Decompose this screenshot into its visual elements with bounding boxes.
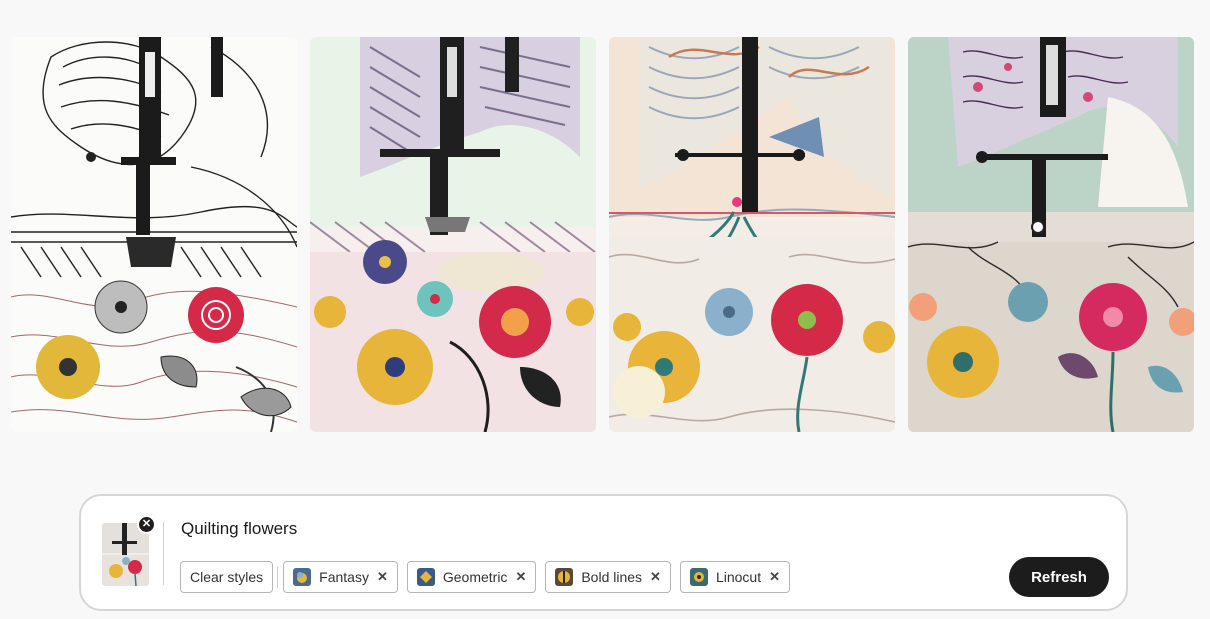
style-chip-fantasy[interactable]: Fantasy ✕ bbox=[283, 561, 398, 593]
divider bbox=[163, 522, 164, 585]
clear-styles-label: Clear styles bbox=[190, 569, 264, 585]
style-chip-linocut[interactable]: Linocut ✕ bbox=[679, 561, 791, 593]
chip-divider bbox=[277, 566, 279, 588]
fantasy-style-icon bbox=[293, 568, 312, 586]
remove-style-close-icon[interactable]: ✕ bbox=[515, 569, 526, 585]
bold-lines-style-icon bbox=[555, 568, 574, 586]
remove-style-close-icon[interactable]: ✕ bbox=[650, 569, 661, 585]
geometric-style-icon bbox=[416, 568, 435, 586]
generated-image-4[interactable] bbox=[908, 37, 1194, 432]
style-chip-geometric[interactable]: Geometric ✕ bbox=[406, 561, 537, 593]
style-chip-label: Linocut bbox=[715, 569, 762, 585]
prompt-text[interactable]: Quilting flowers bbox=[181, 519, 297, 539]
remove-reference-close-icon[interactable]: ✕ bbox=[137, 515, 156, 534]
style-chip-label: Geometric bbox=[442, 569, 508, 585]
generated-image-3[interactable] bbox=[609, 37, 895, 432]
style-chip-label: Fantasy bbox=[319, 569, 369, 585]
generated-image-2[interactable] bbox=[310, 37, 596, 432]
linocut-style-icon bbox=[689, 568, 708, 586]
generated-image-1[interactable] bbox=[11, 37, 297, 432]
remove-style-close-icon[interactable]: ✕ bbox=[377, 569, 388, 585]
style-chips: Clear styles Fantasy ✕ Geometric ✕ Bold … bbox=[180, 561, 799, 593]
prompt-bar: ✕ Quilting flowers Clear styles Fantasy … bbox=[79, 494, 1128, 611]
style-chip-bold-lines[interactable]: Bold lines ✕ bbox=[545, 561, 671, 593]
image-gallery bbox=[11, 37, 1195, 432]
clear-styles-button[interactable]: Clear styles bbox=[180, 561, 274, 593]
remove-style-close-icon[interactable]: ✕ bbox=[769, 569, 780, 585]
refresh-button[interactable]: Refresh bbox=[1009, 557, 1109, 597]
style-chip-label: Bold lines bbox=[581, 569, 643, 585]
